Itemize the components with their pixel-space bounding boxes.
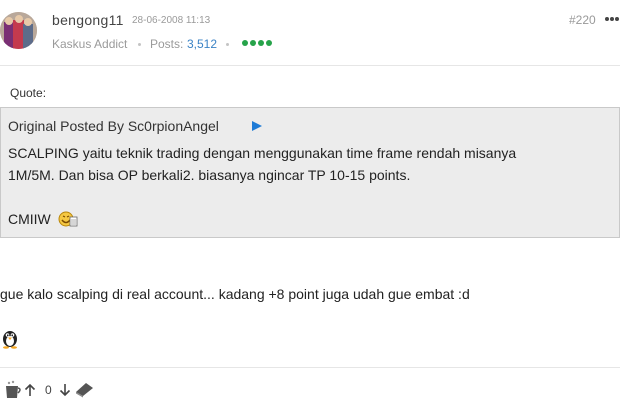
post-header: bengong11 28-06-2008 11:13 #220 Kaskus A…	[0, 0, 620, 66]
separator-dot	[138, 43, 141, 46]
reputation-indicator	[242, 40, 272, 46]
bookmark-book-icon[interactable]	[74, 380, 94, 398]
posts-count-link[interactable]: 3,512	[187, 37, 217, 51]
quote-block: Original Posted By Sc0rpionAngel SCALPIN…	[0, 107, 620, 238]
user-rank: Kaskus Addict	[52, 37, 128, 51]
reputation-dot	[250, 40, 256, 46]
quote-author: Sc0rpionAngel	[127, 118, 219, 134]
laughing-smiley-icon	[58, 211, 78, 227]
quote-text-line: 1M/5M. Dan bisa OP berkali2. biasanya ng…	[8, 167, 411, 183]
view-post-arrow-icon[interactable]	[251, 120, 263, 132]
separator-dot	[226, 43, 229, 46]
reputation-dot	[266, 40, 272, 46]
post-number-link[interactable]: #220	[569, 13, 596, 27]
posts-label: Posts:	[150, 37, 184, 51]
quote-label: Quote:	[10, 86, 47, 100]
downvote-arrow-icon[interactable]	[59, 383, 71, 397]
username-link[interactable]: bengong11	[52, 12, 124, 28]
upvote-arrow-icon[interactable]	[24, 383, 36, 397]
reputation-dot	[242, 40, 248, 46]
post-timestamp: 28-06-2008 11:13	[132, 15, 211, 26]
quote-origin: Original Posted By Sc0rpionAngel	[8, 118, 219, 134]
post-body-text: gue kalo scalping di real account... kad…	[0, 286, 470, 302]
post-footer: 0	[0, 367, 620, 407]
avatar[interactable]	[0, 12, 37, 49]
more-options-icon[interactable]	[604, 13, 620, 25]
quote-origin-prefix: Original Posted By	[8, 118, 124, 134]
vote-count: 0	[45, 383, 52, 397]
bird-smiley-icon	[3, 331, 17, 349]
quote-text-line: CMIIW	[8, 211, 51, 227]
quote-text-line: SCALPING yaitu teknik trading dengan men…	[8, 145, 517, 161]
cendol-cup-icon[interactable]	[3, 380, 23, 400]
reputation-dot	[258, 40, 264, 46]
